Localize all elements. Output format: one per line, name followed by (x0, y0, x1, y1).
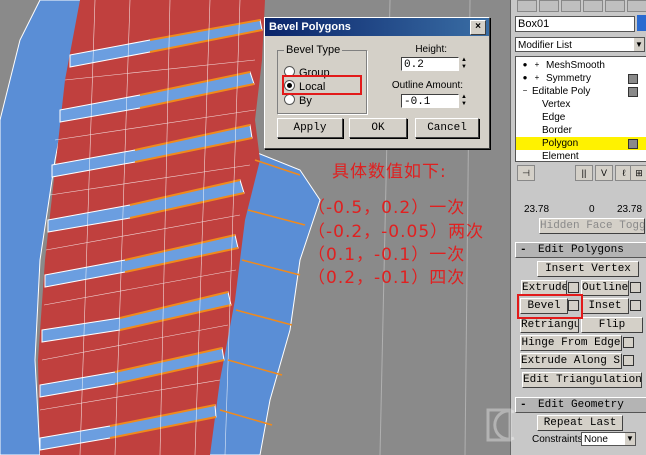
stack-item-edge[interactable]: Edge (516, 111, 646, 124)
object-color-swatch[interactable] (637, 15, 646, 31)
extrude-settings-icon[interactable] (568, 282, 579, 293)
radio-icon (284, 94, 295, 105)
lightbulb-icon[interactable]: ● (521, 74, 529, 82)
stack-item-label: Edge (542, 112, 566, 123)
radio-by-label: By (299, 95, 312, 107)
pin-stack-icon[interactable]: ⊣ (517, 165, 535, 181)
value-right: 23.78 (617, 204, 643, 215)
show-end-result-icon[interactable]: || (575, 165, 593, 181)
repeat-last-button[interactable]: Repeat Last (537, 415, 623, 431)
edit-triangulation-button[interactable]: Edit Triangulation (522, 372, 642, 388)
outline-spinner-arrows-icon[interactable]: ▲ ▼ (460, 94, 468, 108)
constraints-label: Constraints: (532, 434, 586, 445)
value-left: 23.78 (524, 204, 550, 215)
stack-item-label: MeshSmooth (546, 60, 605, 71)
object-name-field[interactable]: Box01 (515, 16, 635, 32)
create-tab-icon[interactable] (517, 0, 537, 12)
hinge-settings-icon[interactable] (623, 337, 634, 348)
chevron-down-icon: ▼ (625, 433, 635, 445)
modifier-square-icon (628, 74, 638, 84)
display-tab-icon[interactable] (605, 0, 625, 12)
insert-vertex-button[interactable]: Insert Vertex (537, 261, 639, 277)
modifier-list-label: Modifier List (518, 40, 572, 51)
inset-settings-icon[interactable] (630, 300, 641, 311)
hierarchy-tab-icon[interactable] (561, 0, 581, 12)
constraints-value: None (584, 434, 608, 445)
modify-tab-icon[interactable] (539, 0, 559, 12)
dialog-titlebar[interactable]: Bevel Polygons × (265, 18, 489, 36)
bevel-polygons-dialog: Bevel Polygons × Bevel Type Group Local … (264, 17, 490, 149)
configure-sets-icon[interactable]: ⊞ (630, 165, 646, 181)
hinge-from-edge-button[interactable]: Hinge From Edge (520, 335, 622, 351)
modifier-square-icon (628, 87, 638, 97)
outline-spinner-input[interactable]: -0.1 (401, 94, 459, 108)
outline-amount-label: Outline Amount: (391, 80, 463, 91)
hidden-face-toggle-button[interactable]: Hidden Face Toggle (539, 218, 645, 234)
rollout-minus-icon: - (520, 244, 527, 256)
apply-button[interactable]: Apply (277, 118, 343, 138)
extrude-along-spline-button[interactable]: Extrude Along Spline (520, 353, 622, 369)
chevron-down-icon: ▼ (634, 38, 644, 51)
outline-settings-icon[interactable] (630, 282, 641, 293)
edit-geometry-title: Edit Geometry (538, 399, 624, 411)
utilities-tab-icon[interactable] (627, 0, 646, 12)
dialog-title: Bevel Polygons (269, 21, 351, 33)
stack-toolbar: ⊣ || V ℓ ⊞ (515, 163, 646, 183)
height-spinner-arrows-icon[interactable]: ▲ ▼ (460, 57, 468, 71)
stack-item-border[interactable]: Border (516, 124, 646, 137)
modifier-list-dropdown[interactable]: Modifier List ▼ (515, 37, 645, 52)
cancel-button[interactable]: Cancel (415, 118, 479, 138)
ok-button[interactable]: OK (349, 118, 407, 138)
constraints-dropdown[interactable]: None ▼ (581, 432, 636, 446)
value-middle: 0 (589, 204, 595, 215)
stack-item-label: Element (542, 151, 579, 162)
annotation-heading: 具体数值如下: (332, 162, 447, 182)
motion-tab-icon[interactable] (583, 0, 603, 12)
modifier-square-icon (628, 139, 638, 149)
annotation-line-4: （0.2，-0.1）四次 (308, 268, 466, 288)
close-button[interactable]: × (470, 20, 486, 35)
stack-item-editable-poly[interactable]: − Editable Poly (516, 85, 646, 98)
command-panel: Box01 Modifier List ▼ ● + MeshSmooth ● +… (510, 0, 646, 455)
stack-item-label: Vertex (542, 99, 571, 110)
stack-item-label: Symmetry (546, 73, 591, 84)
outline-button[interactable]: Outline (581, 280, 629, 296)
stack-item-polygon[interactable]: Polygon (516, 137, 646, 150)
stack-item-symmetry[interactable]: ● + Symmetry (516, 72, 646, 85)
bevel-type-legend: Bevel Type (286, 44, 341, 56)
watermark-logo-icon (486, 408, 515, 442)
close-icon: × (475, 21, 481, 32)
inset-button[interactable]: Inset (581, 298, 629, 314)
stack-item-label: Border (542, 125, 573, 136)
modifier-stack: ● + MeshSmooth ● + Symmetry − Editable P… (515, 56, 646, 162)
make-unique-icon[interactable]: V (595, 165, 613, 181)
bevel-highlight-box (517, 294, 583, 319)
height-label: Height: (415, 44, 447, 55)
stack-item-meshsmooth[interactable]: ● + MeshSmooth (516, 59, 646, 72)
stack-item-label: Polygon (542, 138, 579, 149)
annotation-line-1: （-0.5，0.2）一次 (308, 198, 466, 218)
height-spinner-input[interactable]: 0.2 (401, 57, 459, 71)
edit-polygons-rollout[interactable]: - Edit Polygons (515, 242, 646, 258)
edit-polygons-title: Edit Polygons (538, 244, 624, 256)
annotation-line-2: （-0.2，-0.05）两次 (308, 222, 485, 242)
lightbulb-icon[interactable]: ● (521, 61, 529, 69)
stack-item-vertex[interactable]: Vertex (516, 98, 646, 111)
expand-plus-icon[interactable]: + (533, 74, 541, 82)
flip-button[interactable]: Flip (581, 317, 643, 333)
extrude-spline-settings-icon[interactable] (623, 355, 634, 366)
stack-item-element[interactable]: Element (516, 150, 646, 162)
stack-item-label: Editable Poly (532, 86, 591, 97)
collapse-minus-icon[interactable]: − (521, 87, 529, 95)
retriangulate-button[interactable]: Retriangulate (520, 317, 579, 333)
local-highlight-box (282, 75, 362, 95)
annotation-line-3: （0.1，-0.1）一次 (308, 245, 466, 265)
radio-by-polygon[interactable]: By (284, 94, 312, 108)
expand-plus-icon[interactable]: + (533, 61, 541, 69)
